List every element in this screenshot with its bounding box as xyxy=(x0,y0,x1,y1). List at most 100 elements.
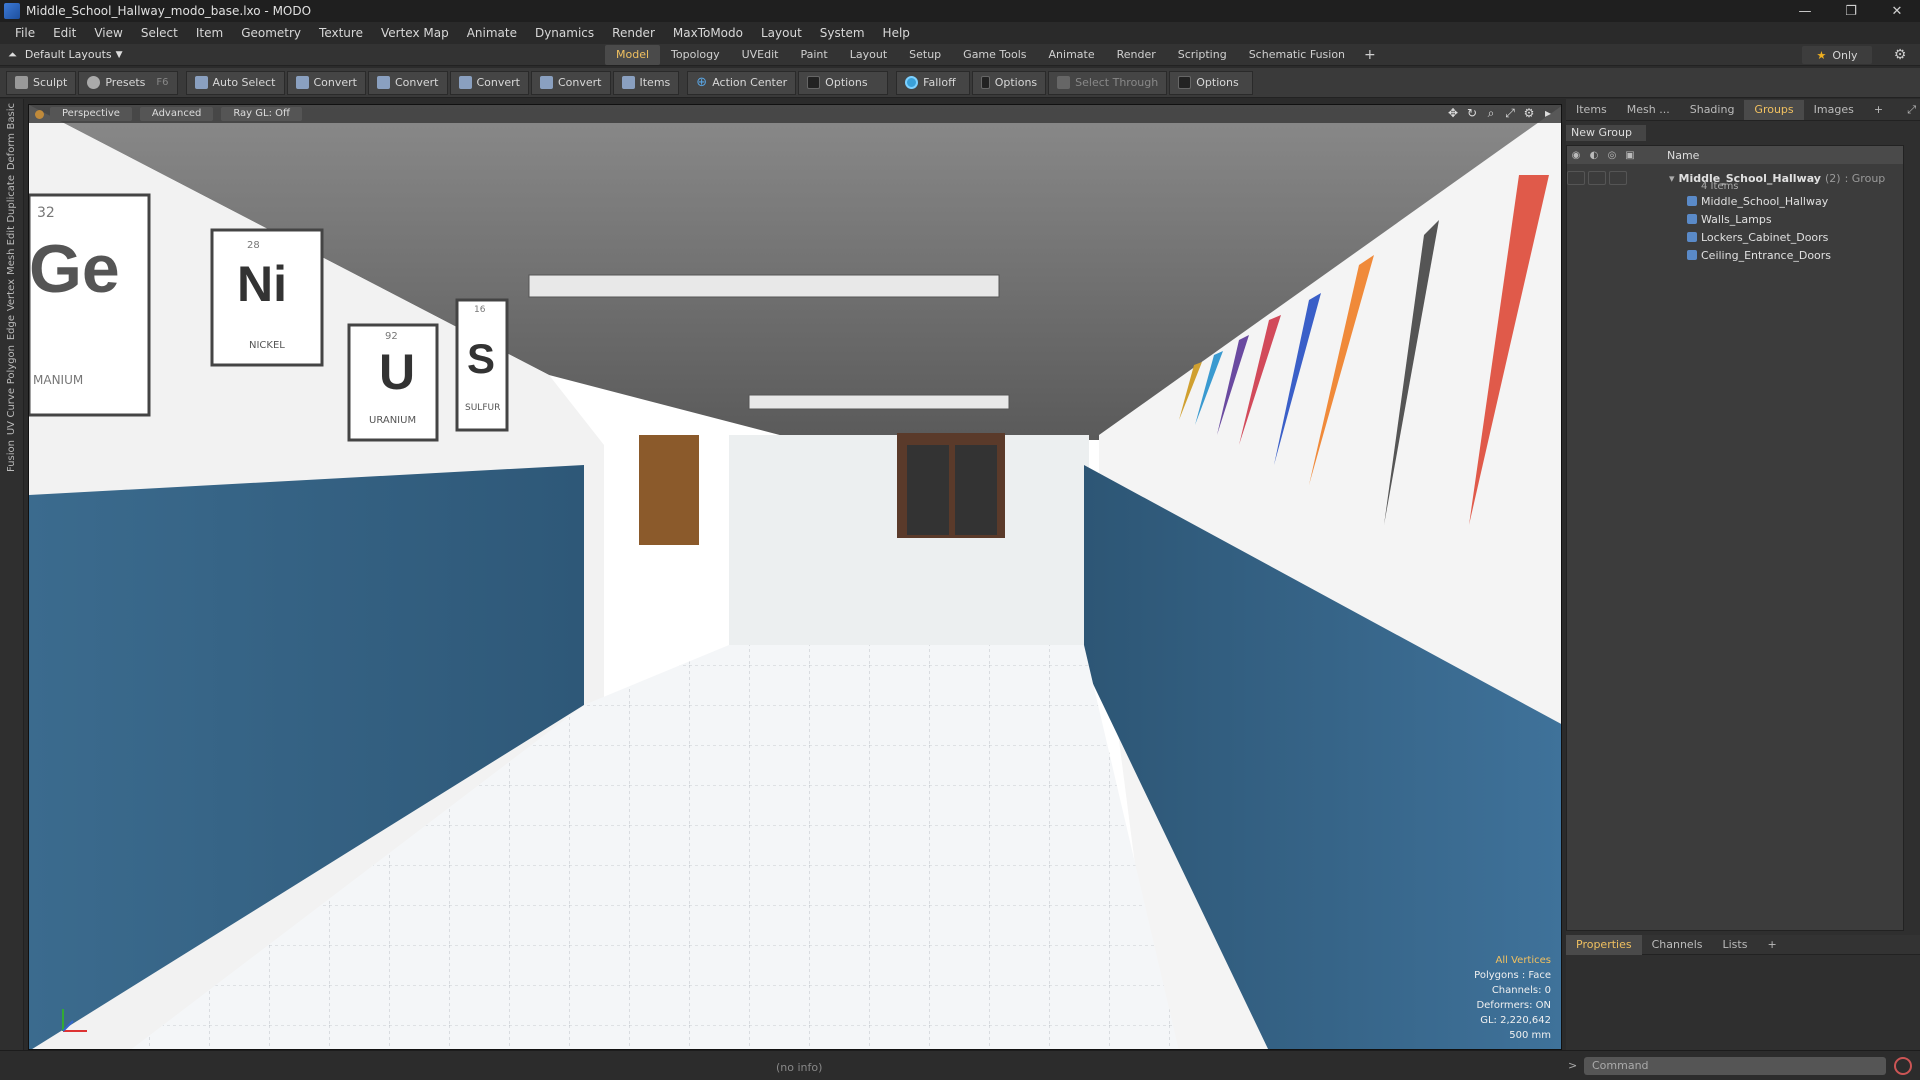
auto-select-button[interactable]: Auto Select xyxy=(185,70,285,95)
viewport-dot-icon[interactable] xyxy=(35,109,44,119)
tooltab-fusion[interactable]: Fusion xyxy=(6,440,17,472)
viewport-gear-icon[interactable]: ⚙ xyxy=(1522,106,1536,120)
new-group-button[interactable]: New Group xyxy=(1566,125,1646,141)
lock-col-icon[interactable]: ◎ xyxy=(1603,150,1621,161)
tooltab-vertex[interactable]: Vertex xyxy=(6,279,17,311)
restore-button[interactable]: ❐ xyxy=(1828,0,1874,22)
menu-select[interactable]: Select xyxy=(132,26,187,40)
menu-edit[interactable]: Edit xyxy=(44,26,85,40)
options-checkbox[interactable] xyxy=(1178,76,1192,89)
command-input[interactable]: Command xyxy=(1584,1057,1886,1075)
tab-shading[interactable]: Shading xyxy=(1680,100,1745,120)
tab-mesh[interactable]: Mesh ... xyxy=(1617,100,1680,120)
tab-uvedit[interactable]: UVEdit xyxy=(731,45,790,65)
tab-properties[interactable]: Properties xyxy=(1566,934,1642,955)
tab-channels[interactable]: Channels xyxy=(1642,935,1713,955)
action-center-button[interactable]: ⊕ Action Center xyxy=(687,70,797,95)
tab-topology[interactable]: Topology xyxy=(660,45,731,65)
menu-layout[interactable]: Layout xyxy=(752,26,811,40)
options-checkbox[interactable] xyxy=(807,76,821,89)
add-tab-icon[interactable]: + xyxy=(1757,935,1786,955)
raygl-button[interactable]: Ray GL: Off xyxy=(221,107,302,121)
advanced-button[interactable]: Advanced xyxy=(139,107,214,121)
tooltab-deform[interactable]: Deform xyxy=(6,133,17,170)
falloff-options-button[interactable]: Options xyxy=(972,70,1047,95)
convert-polygon-button[interactable]: Convert xyxy=(449,70,529,95)
maximize-panel-icon[interactable]: ⤢ xyxy=(1903,100,1920,120)
menu-view[interactable]: View xyxy=(85,26,131,40)
menu-help[interactable]: Help xyxy=(874,26,919,40)
tab-render[interactable]: Render xyxy=(1106,45,1167,65)
convert-material-button[interactable]: Convert xyxy=(531,70,611,95)
add-tab-icon[interactable]: + xyxy=(1864,100,1893,120)
add-tab-icon[interactable]: + xyxy=(1356,45,1384,65)
menu-dynamics[interactable]: Dynamics xyxy=(526,26,603,40)
menu-system[interactable]: System xyxy=(811,26,874,40)
items-button[interactable]: Items xyxy=(612,70,680,95)
menu-item[interactable]: Item xyxy=(187,26,232,40)
move-view-icon[interactable]: ✥ xyxy=(1446,106,1460,120)
tab-animate[interactable]: Animate xyxy=(1038,45,1106,65)
options-checkbox[interactable] xyxy=(981,76,990,89)
group-row-toggles[interactable] xyxy=(1567,171,1651,185)
gear-icon[interactable]: ⚙ xyxy=(1892,47,1908,63)
action-center-options-button[interactable]: Options xyxy=(798,70,889,95)
only-button[interactable]: ★ Only xyxy=(1802,46,1872,64)
sculpt-button[interactable]: Sculpt xyxy=(6,70,77,95)
select-through-button[interactable]: Select Through xyxy=(1048,70,1168,95)
group-child-row[interactable]: Walls_Lamps xyxy=(1567,210,1903,228)
menu-geometry[interactable]: Geometry xyxy=(232,26,310,40)
convert-edge-button[interactable]: Convert xyxy=(368,70,448,95)
menu-animate[interactable]: Animate xyxy=(458,26,526,40)
tab-items[interactable]: Items xyxy=(1566,100,1617,120)
select-col-icon[interactable]: ▣ xyxy=(1621,150,1639,161)
menu-file[interactable]: File xyxy=(6,26,44,40)
tooltab-curve[interactable]: Curve xyxy=(6,388,17,418)
menu-vertex-map[interactable]: Vertex Map xyxy=(372,26,458,40)
visibility-col-icon[interactable]: ◉ xyxy=(1567,150,1585,161)
3d-viewport[interactable]: Perspective Advanced Ray GL: Off ✥ ↻ ⌕ ⤢… xyxy=(28,104,1562,1050)
render-col-icon[interactable]: ◐ xyxy=(1585,150,1603,161)
perspective-button[interactable]: Perspective xyxy=(50,107,132,121)
tab-paint[interactable]: Paint xyxy=(790,45,839,65)
tab-game-tools[interactable]: Game Tools xyxy=(952,45,1037,65)
menu-render[interactable]: Render xyxy=(603,26,664,40)
zoom-view-icon[interactable]: ⌕ xyxy=(1484,106,1498,120)
group-child-row[interactable]: Middle_School_Hallway xyxy=(1567,192,1903,210)
group-child-row[interactable]: Lockers_Cabinet_Doors xyxy=(1567,228,1903,246)
falloff-button[interactable]: Falloff xyxy=(896,70,971,95)
tab-lists[interactable]: Lists xyxy=(1713,935,1758,955)
group-row[interactable]: ▾ Middle_School_Hallway (2) : Group 4 It… xyxy=(1567,164,1903,192)
tab-schematic-fusion[interactable]: Schematic Fusion xyxy=(1238,45,1356,65)
tooltab-duplicate[interactable]: Duplicate xyxy=(6,175,17,223)
collapse-icon[interactable]: ▾ xyxy=(1669,172,1675,185)
tab-setup[interactable]: Setup xyxy=(898,45,952,65)
command-history-icon[interactable] xyxy=(1894,1057,1912,1075)
menu-texture[interactable]: Texture xyxy=(310,26,372,40)
tooltab-basic[interactable]: Basic xyxy=(6,103,17,129)
tab-groups[interactable]: Groups xyxy=(1744,99,1804,120)
lock-icon[interactable] xyxy=(1609,171,1627,185)
tab-model[interactable]: Model xyxy=(605,45,661,65)
menu-maxtomodo[interactable]: MaxToModo xyxy=(664,26,752,40)
convert-vertex-button[interactable]: Convert xyxy=(286,70,366,95)
tab-images[interactable]: Images xyxy=(1804,100,1864,120)
tab-layout[interactable]: Layout xyxy=(839,45,898,65)
select-through-options-button[interactable]: Options xyxy=(1169,70,1254,95)
tooltab-uv[interactable]: UV xyxy=(6,421,17,435)
close-button[interactable]: ✕ xyxy=(1874,0,1920,22)
group-child-row[interactable]: Ceiling_Entrance_Doors xyxy=(1567,246,1903,264)
mesh-icon xyxy=(1687,250,1697,260)
tooltab-mesh-edit[interactable]: Mesh Edit xyxy=(6,226,17,275)
tooltab-polygon[interactable]: Polygon xyxy=(6,345,17,384)
minimize-button[interactable]: — xyxy=(1782,0,1828,22)
rotate-view-icon[interactable]: ↻ xyxy=(1465,106,1479,120)
presets-button[interactable]: Presets F6 xyxy=(78,70,178,95)
tab-scripting[interactable]: Scripting xyxy=(1167,45,1238,65)
eye-icon[interactable] xyxy=(1567,171,1585,185)
default-layouts-dropdown[interactable]: ⏶ Default Layouts ▼ xyxy=(0,48,123,62)
viewport-arrow-icon[interactable]: ▸ xyxy=(1541,106,1555,120)
render-icon[interactable] xyxy=(1588,171,1606,185)
tooltab-edge[interactable]: Edge xyxy=(6,315,17,340)
maximize-view-icon[interactable]: ⤢ xyxy=(1503,106,1517,120)
